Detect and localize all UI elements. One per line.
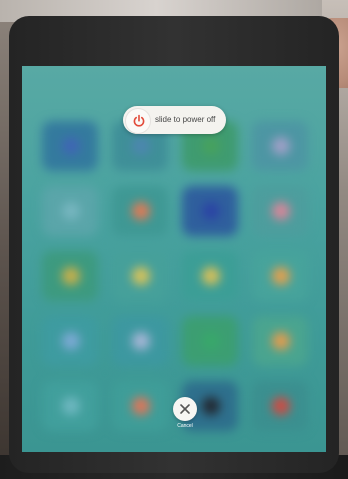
cancel-button[interactable] <box>173 397 197 421</box>
app-icon <box>182 186 238 236</box>
app-icon <box>42 121 98 171</box>
app-icon <box>42 381 98 431</box>
app-icon <box>252 381 308 431</box>
power-off-slider[interactable]: slide to power off <box>123 106 226 134</box>
app-icon <box>182 251 238 301</box>
power-icon <box>133 114 145 127</box>
tablet-frame: slide to power off Cancel <box>9 16 339 473</box>
app-icon <box>42 251 98 301</box>
cancel-label: Cancel <box>177 423 193 429</box>
app-icon <box>252 316 308 366</box>
app-icon <box>42 316 98 366</box>
app-icon <box>252 186 308 236</box>
app-icon <box>112 251 168 301</box>
slider-knob[interactable] <box>125 108 151 134</box>
app-icon <box>252 251 308 301</box>
app-icon <box>112 316 168 366</box>
app-icon <box>182 316 238 366</box>
app-icon <box>252 121 308 171</box>
slider-label: slide to power off <box>155 115 216 124</box>
app-icon <box>42 186 98 236</box>
screen: slide to power off Cancel <box>22 66 326 452</box>
blurred-home-screen <box>32 111 318 441</box>
close-icon <box>180 404 190 414</box>
app-icon <box>112 186 168 236</box>
